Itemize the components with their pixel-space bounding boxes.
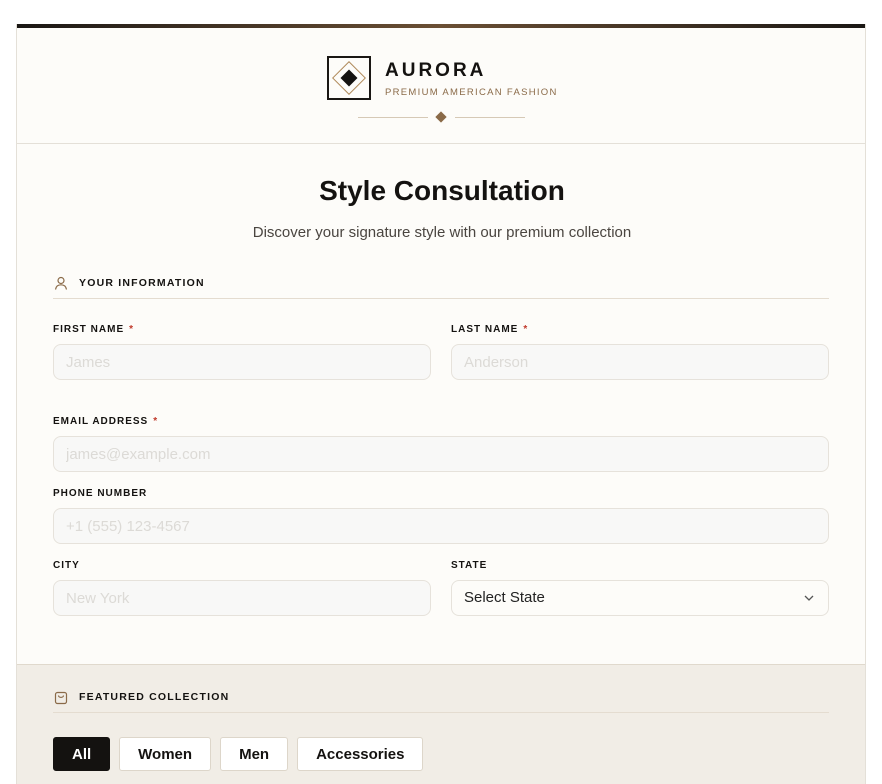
chevron-down-icon <box>804 595 814 601</box>
last-name-label: LAST NAME * <box>451 324 529 335</box>
divider-line-right <box>455 117 525 118</box>
page-title: Style Consultation <box>319 175 565 206</box>
tab-accessories[interactable]: Accessories <box>297 737 424 771</box>
first-name-label: FIRST NAME * <box>53 324 135 335</box>
section-your-information: YOUR INFORMATION <box>53 275 829 299</box>
section-label: YOUR INFORMATION <box>79 277 205 289</box>
consultation-card: AURORA PREMIUM AMERICAN FASHION Style Co… <box>16 24 866 784</box>
phone-label: PHONE NUMBER <box>53 488 148 499</box>
last-name-input[interactable] <box>451 344 829 380</box>
featured-collection-panel: FEATURED COLLECTION All Women Men Access… <box>17 664 865 784</box>
divider-line-left <box>358 117 428 118</box>
tab-all[interactable]: All <box>53 737 111 771</box>
shopping-bag-icon <box>54 691 68 705</box>
section-label: FEATURED COLLECTION <box>79 691 230 703</box>
page-subtitle: Discover your signature style with our p… <box>252 224 632 241</box>
tab-women[interactable]: Women <box>119 737 212 771</box>
email-input[interactable] <box>53 436 829 472</box>
email-label: EMAIL ADDRESS * <box>53 416 159 427</box>
collection-tabs: All Women Men Accessories <box>53 737 424 771</box>
first-name-input[interactable] <box>53 344 431 380</box>
section-featured-collection: FEATURED COLLECTION <box>53 689 829 713</box>
state-label: STATE <box>451 560 488 571</box>
state-select-value: Select State <box>464 589 545 606</box>
brand-tagline: PREMIUM AMERICAN FASHION <box>385 87 558 98</box>
state-select[interactable]: Select State <box>451 580 829 616</box>
user-icon <box>54 276 68 290</box>
city-input[interactable] <box>53 580 431 616</box>
brand-header: AURORA PREMIUM AMERICAN FASHION <box>17 28 865 144</box>
brand-name: AURORA <box>385 60 487 81</box>
city-label: CITY <box>53 560 80 571</box>
diamond-logo-icon <box>327 56 371 100</box>
tab-men[interactable]: Men <box>220 737 289 771</box>
divider-diamond-icon <box>435 111 447 123</box>
phone-input[interactable] <box>53 508 829 544</box>
